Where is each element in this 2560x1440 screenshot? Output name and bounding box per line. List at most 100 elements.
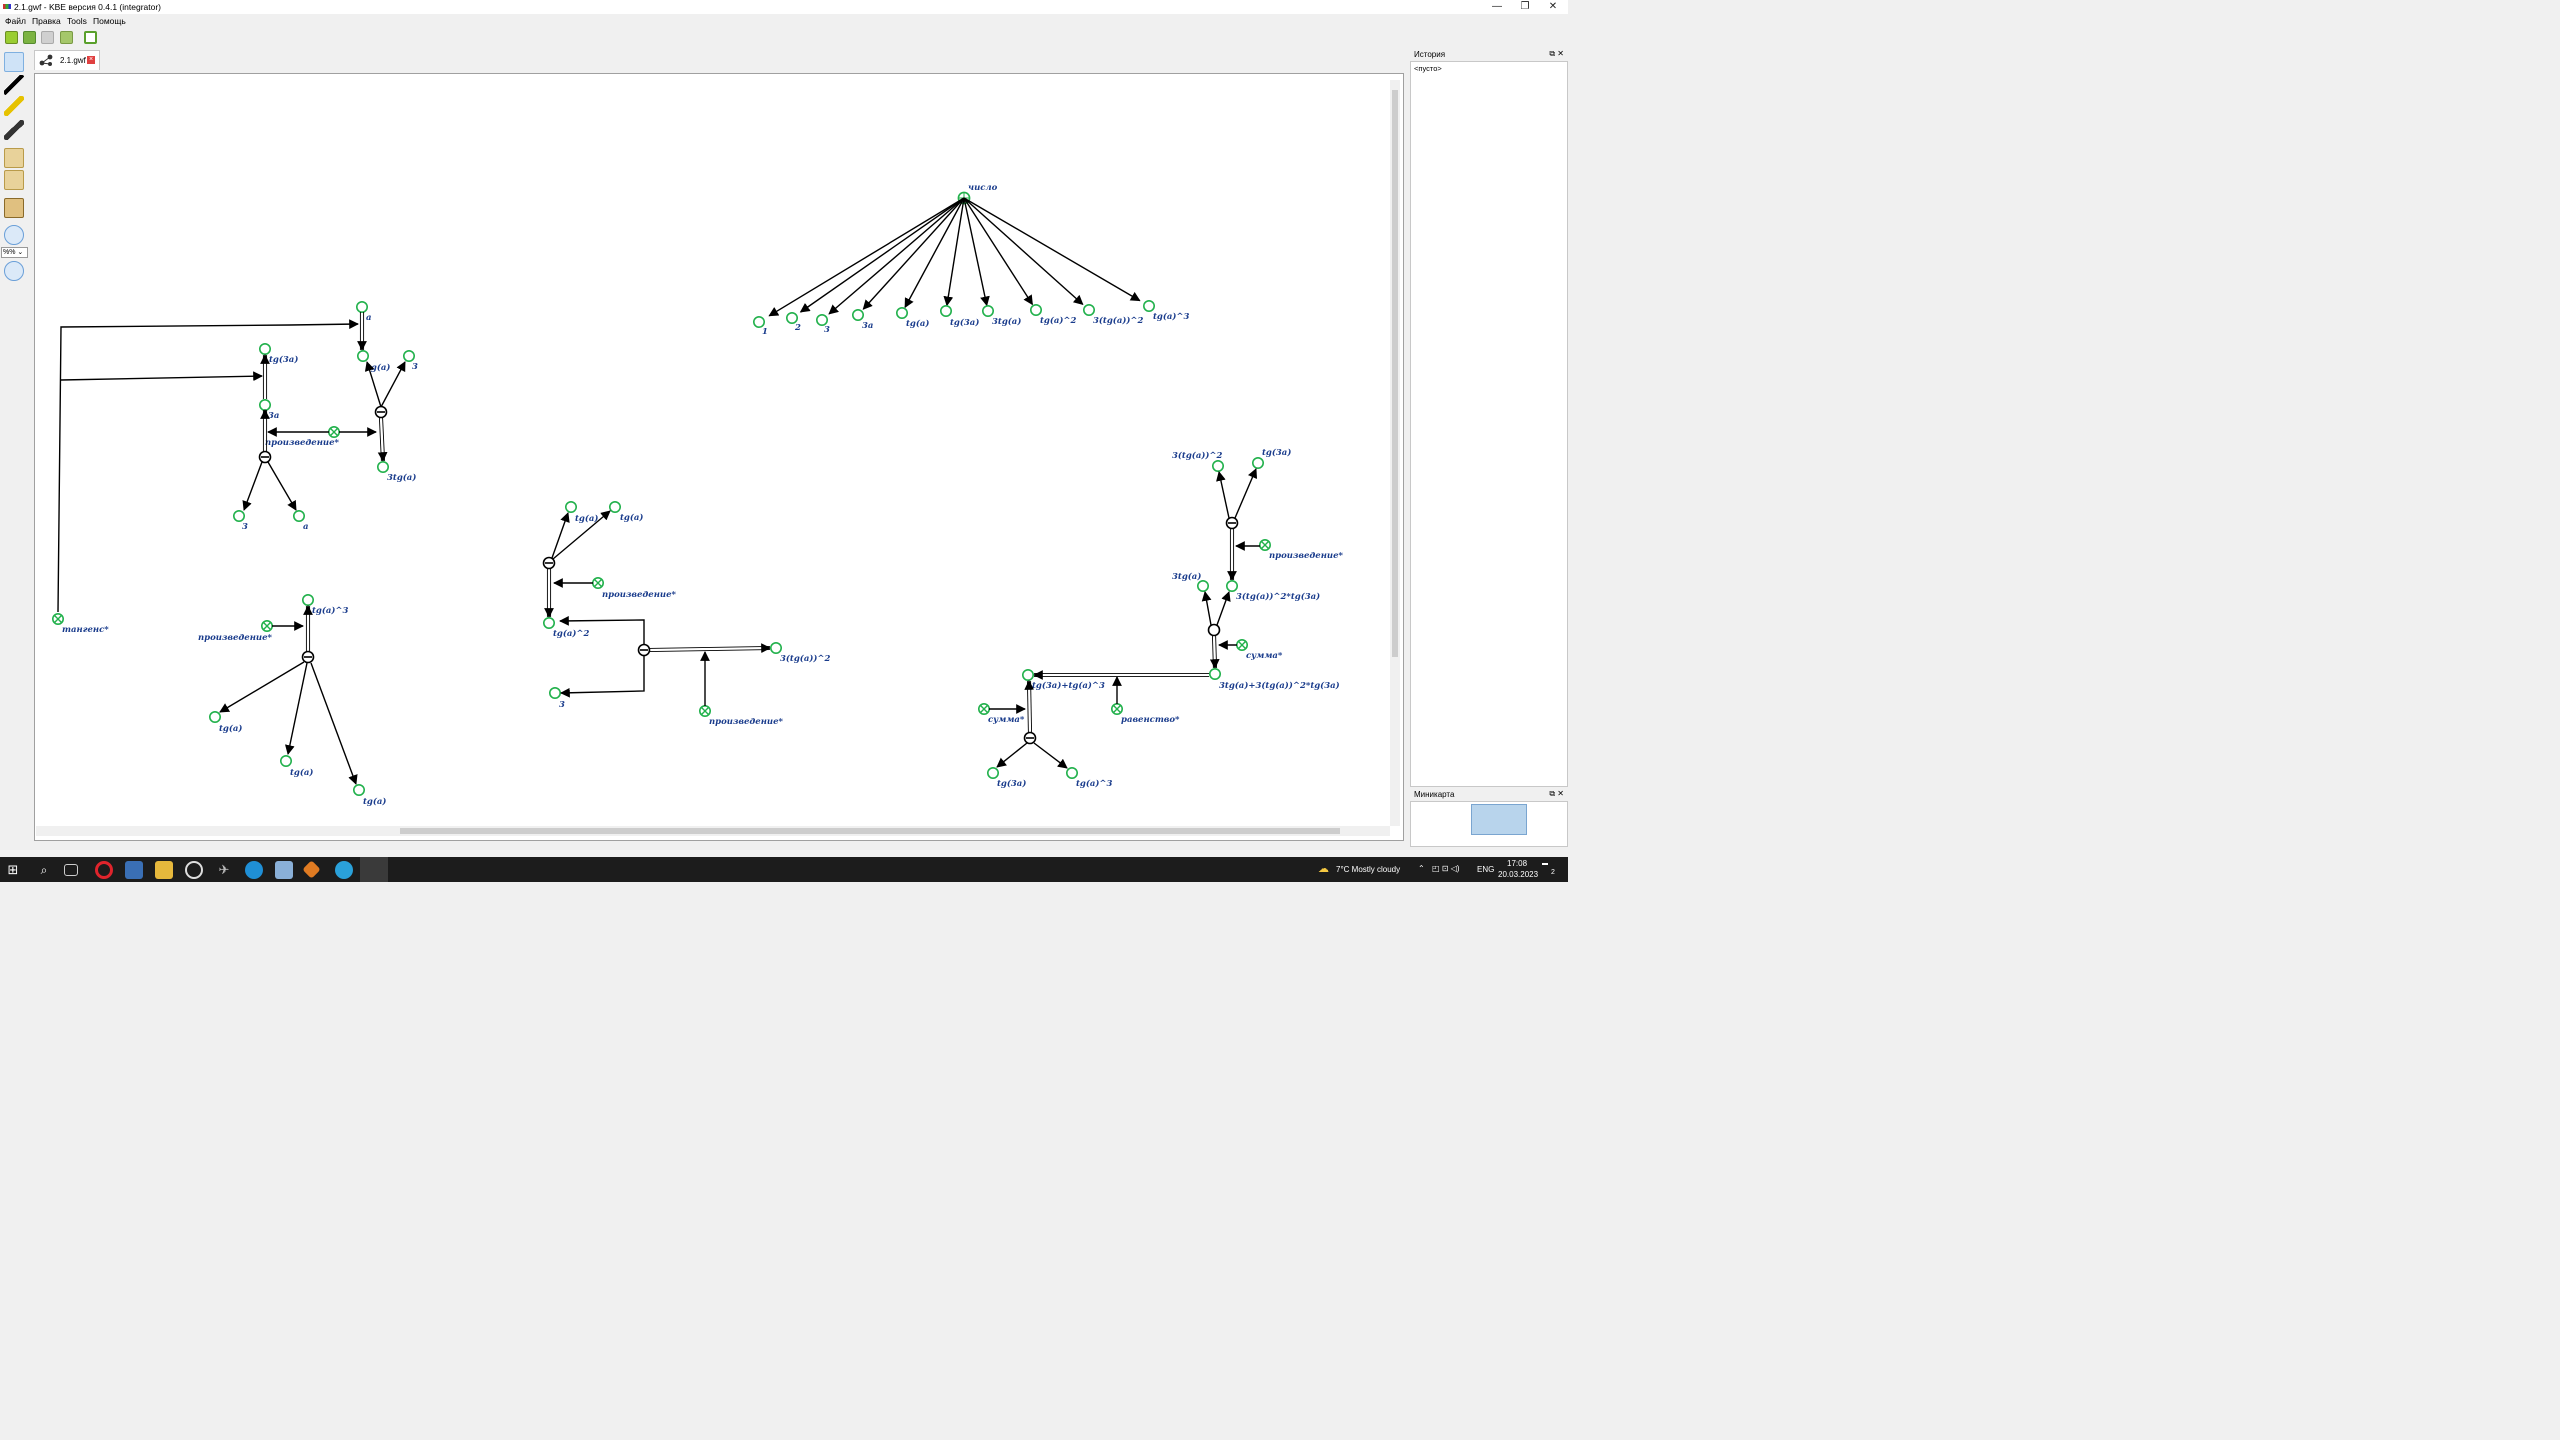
common-arc-edge[interactable]: [1211, 635, 1214, 669]
arc-edge[interactable]: [963, 197, 1141, 302]
sum-tuple[interactable]: [1207, 623, 1221, 637]
arc-edge[interactable]: [1216, 471, 1230, 519]
graph-node[interactable]: [1066, 766, 1079, 779]
common-arc-edge[interactable]: [649, 649, 771, 653]
arc-edge[interactable]: [310, 662, 358, 785]
graph-node[interactable]: [233, 509, 246, 522]
app-n-icon[interactable]: [185, 861, 203, 879]
node-label: tg(a)^3: [312, 605, 349, 616]
notification-icon[interactable]: [1542, 863, 1548, 865]
graph-node[interactable]: [752, 315, 765, 328]
graph-node[interactable]: [851, 308, 864, 321]
edge-icon[interactable]: [245, 861, 263, 879]
common-arc-edge[interactable]: [378, 418, 382, 462]
arc-edge[interactable]: [963, 197, 990, 307]
graph-node[interactable]: [301, 593, 314, 606]
graph-node[interactable]: [352, 783, 365, 796]
graph-node[interactable]: [608, 500, 621, 513]
arc-edge[interactable]: [996, 742, 1028, 768]
history-panel[interactable]: <пусто>: [1410, 61, 1568, 787]
minimap-viewport[interactable]: [1471, 804, 1527, 835]
graph-node[interactable]: [986, 766, 999, 779]
steam-icon[interactable]: ✈: [215, 861, 233, 879]
arc-edge[interactable]: [560, 655, 645, 698]
minimap-panel-buttons[interactable]: ⧉ ✕: [1549, 789, 1564, 799]
graph-node[interactable]: [1226, 579, 1239, 592]
class-label: число: [968, 183, 998, 193]
common-arc-edge[interactable]: [1215, 634, 1218, 668]
arc-edge[interactable]: [963, 197, 1084, 306]
graph-node[interactable]: [1252, 456, 1265, 469]
node-label: tg(a)^3: [1076, 778, 1113, 789]
language-indicator[interactable]: ENG: [1477, 865, 1494, 874]
arc-edge[interactable]: [1033, 742, 1068, 769]
arc-edge[interactable]: [60, 371, 263, 382]
arc-edge[interactable]: [551, 512, 570, 559]
graph-node[interactable]: [939, 304, 952, 317]
arc-edge[interactable]: [828, 197, 965, 315]
graph-node[interactable]: [769, 641, 782, 654]
graph-node[interactable]: [402, 349, 415, 362]
node-label: a: [366, 313, 372, 323]
tray-chevron-icon[interactable]: ⌃: [1418, 864, 1425, 873]
common-arc-edge[interactable]: [382, 417, 386, 461]
graph-node[interactable]: [258, 342, 271, 355]
notepad-icon[interactable]: [275, 861, 293, 879]
graph-node[interactable]: [1083, 303, 1096, 316]
graph-node[interactable]: [1212, 459, 1225, 472]
arc-edge[interactable]: [963, 197, 1033, 306]
relation-label: сумма*: [988, 715, 1025, 725]
graph-node[interactable]: [279, 754, 292, 767]
minimap-panel[interactable]: [1410, 801, 1568, 847]
graph-node[interactable]: [1209, 667, 1222, 680]
common-arc-edge[interactable]: [1026, 681, 1029, 734]
graph-node[interactable]: [1143, 299, 1156, 312]
arc-edge[interactable]: [267, 461, 297, 511]
node-label: 3(tg(a))^2: [1172, 450, 1223, 461]
graph-node[interactable]: [815, 313, 828, 326]
graph-node[interactable]: [981, 304, 994, 317]
opera-icon[interactable]: [95, 861, 113, 879]
arc-edge[interactable]: [1234, 468, 1258, 519]
common-arc-edge[interactable]: [648, 645, 770, 649]
graph-node[interactable]: [1197, 579, 1210, 592]
git-icon[interactable]: [302, 860, 321, 879]
arc-edge[interactable]: [285, 662, 308, 755]
graph-node[interactable]: [356, 349, 369, 362]
graph-node[interactable]: [209, 710, 222, 723]
clock-date[interactable]: 20.03.2023: [1498, 870, 1538, 879]
graph-node[interactable]: [564, 500, 577, 513]
arc-edge[interactable]: [1201, 591, 1212, 626]
notification-count: 2: [1551, 869, 1555, 876]
search-icon[interactable]: ⌕: [35, 861, 53, 879]
kbe-taskbar-button[interactable]: [360, 857, 388, 882]
arc-edge[interactable]: [768, 197, 965, 317]
tray-icons[interactable]: ◰ ⊡ ◁): [1432, 864, 1460, 873]
file-explorer-icon[interactable]: [155, 861, 173, 879]
telegram-icon[interactable]: [335, 861, 353, 879]
graph-node[interactable]: [376, 460, 389, 473]
start-icon[interactable]: ⊞: [4, 861, 22, 879]
graph-node[interactable]: [1030, 303, 1043, 316]
relation-label: произведение*: [1269, 551, 1343, 561]
node-label: tg(a): [290, 767, 313, 778]
history-panel-buttons[interactable]: ⧉ ✕: [1549, 49, 1564, 59]
graph-node[interactable]: [542, 616, 555, 629]
arc-edge[interactable]: [219, 661, 305, 713]
minimap-title: Миникарта: [1414, 790, 1455, 799]
arc-edge[interactable]: [242, 461, 263, 511]
graph-node[interactable]: [292, 509, 305, 522]
graph-node[interactable]: [258, 398, 271, 411]
arc-edge[interactable]: [1216, 591, 1231, 626]
graph-node[interactable]: [548, 686, 561, 699]
graph-node[interactable]: [785, 311, 798, 324]
clock-time[interactable]: 17:08: [1507, 859, 1527, 868]
graph-node[interactable]: [895, 306, 908, 319]
relation-label: равенство*: [1121, 715, 1180, 725]
arc-edge[interactable]: [799, 197, 965, 313]
arc-edge[interactable]: [57, 319, 359, 613]
graph-node[interactable]: [355, 300, 368, 313]
task-view-icon[interactable]: [64, 864, 78, 876]
calculator-icon[interactable]: [125, 861, 143, 879]
graph-node[interactable]: [1021, 668, 1034, 681]
